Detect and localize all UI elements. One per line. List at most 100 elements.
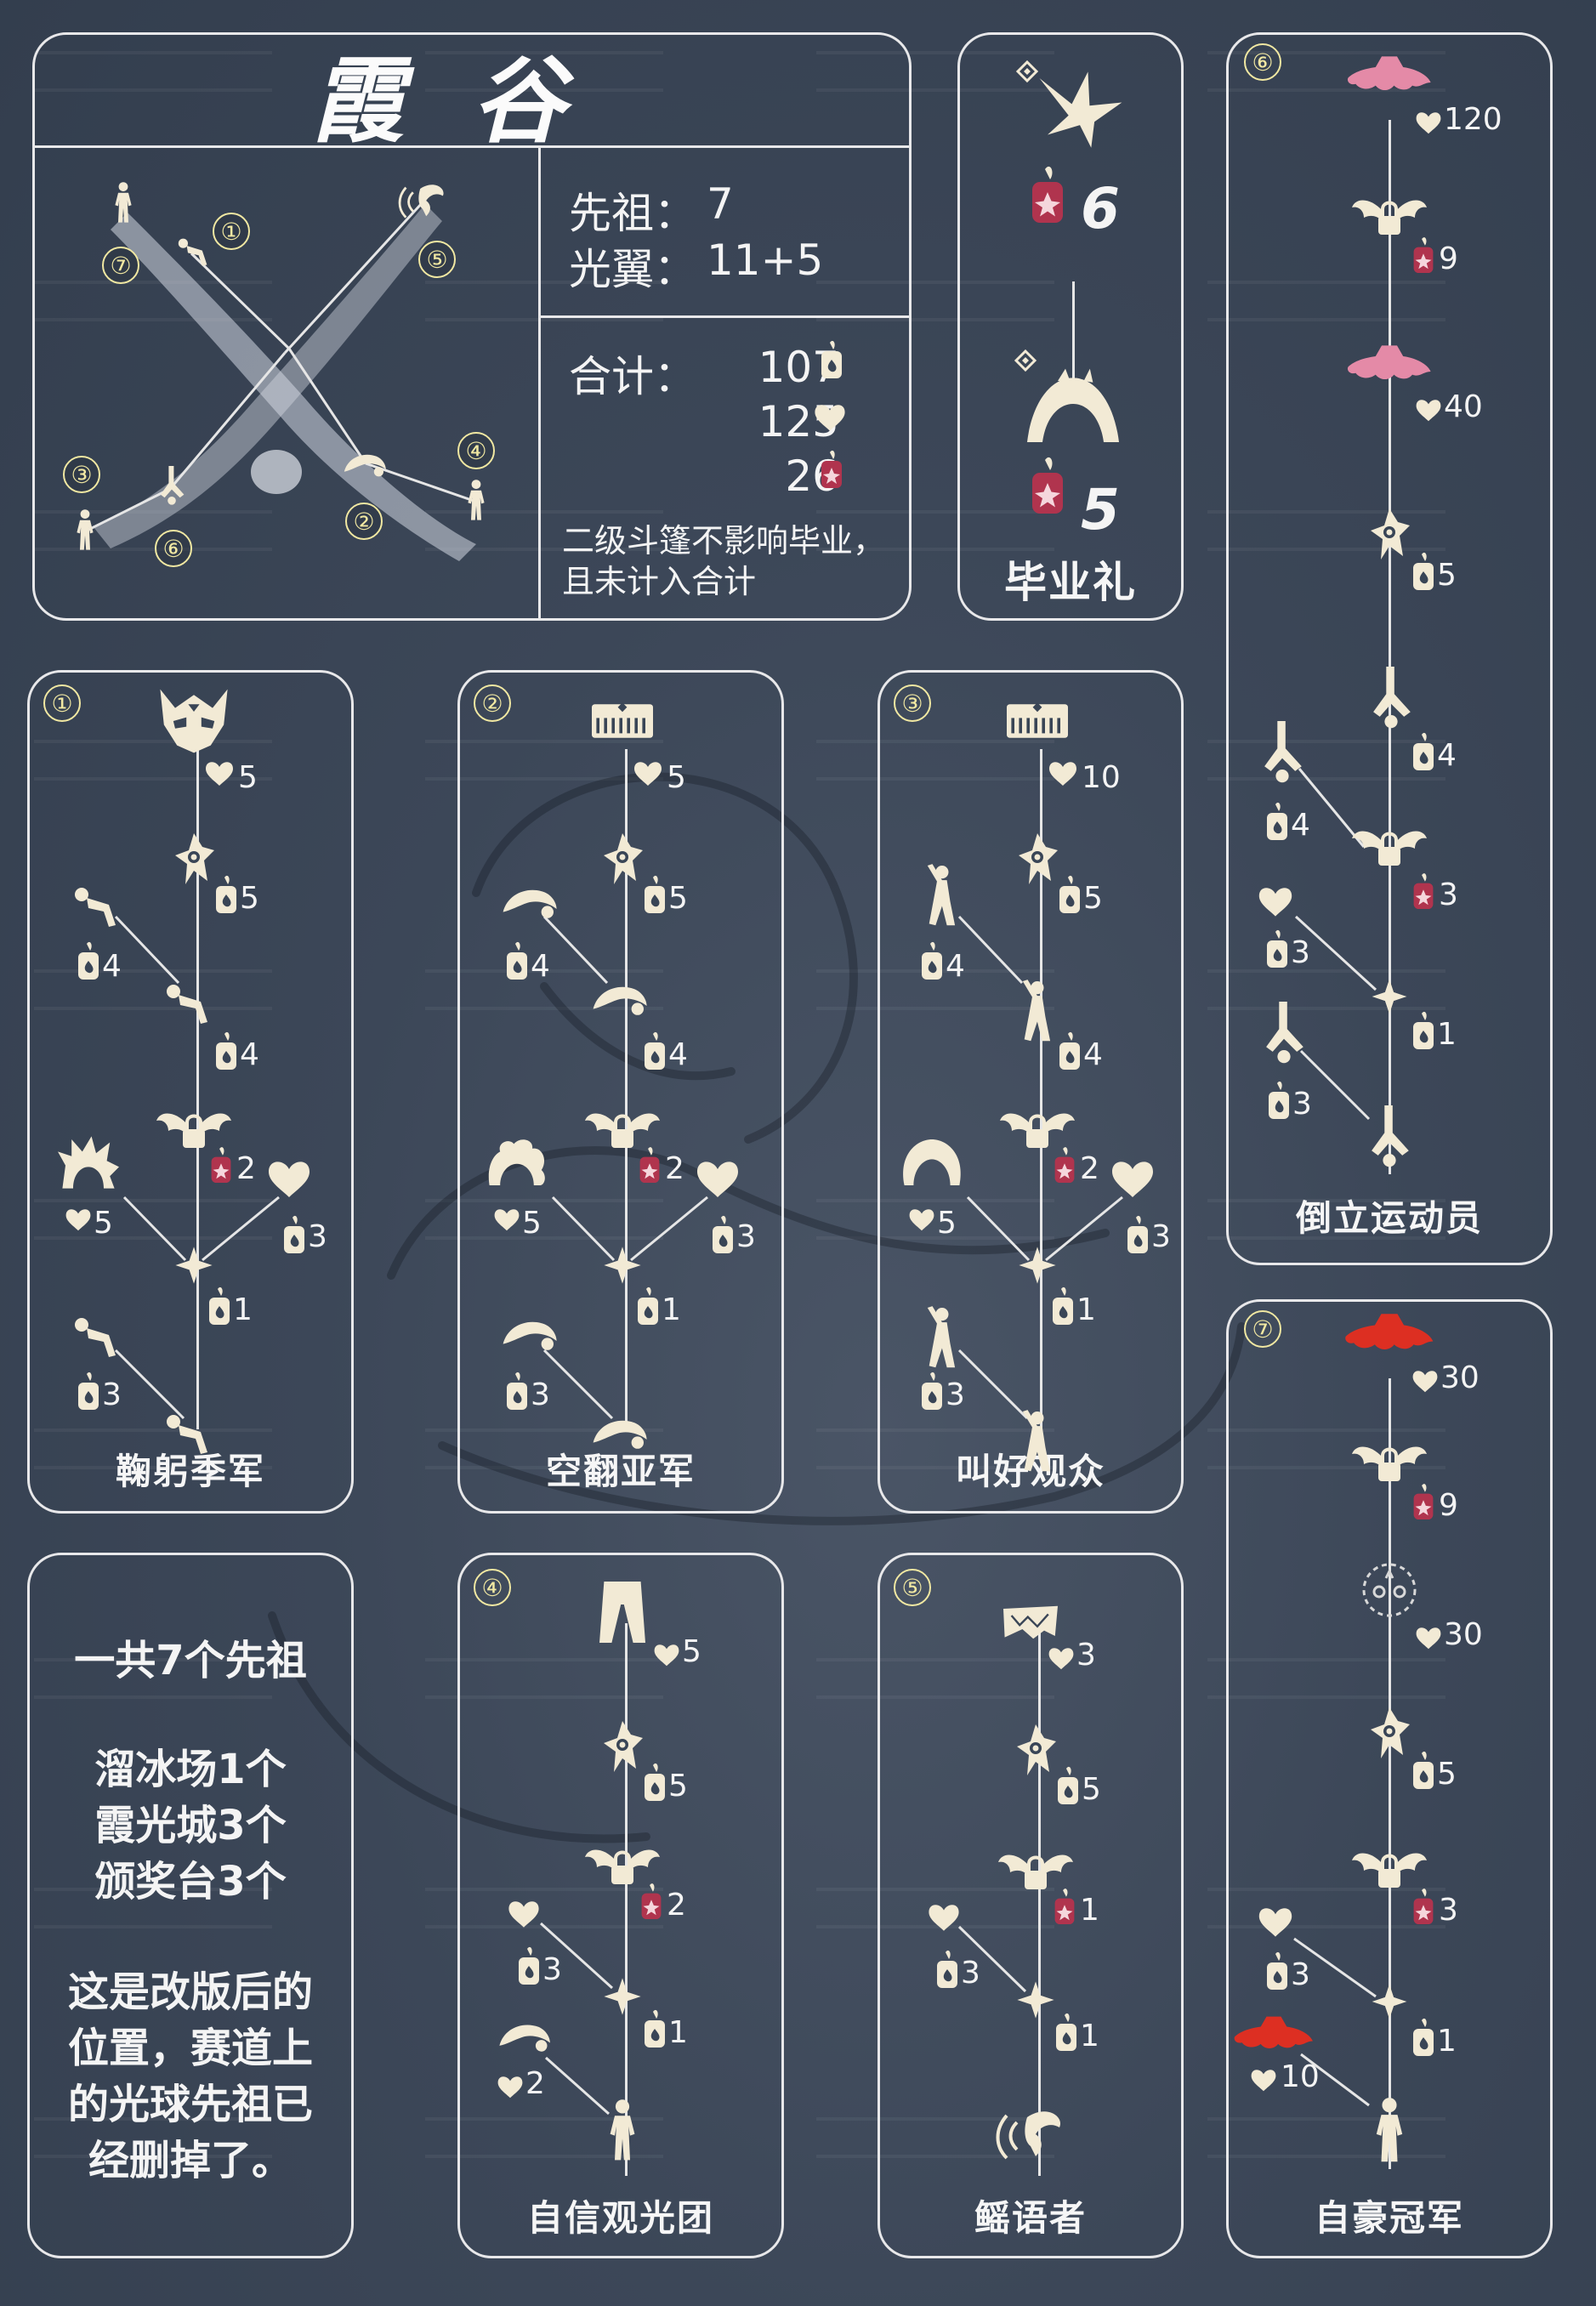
- p6-candle-icon: [1413, 552, 1434, 590]
- map-marker-6: ⑥: [155, 530, 192, 567]
- p1-cost-8: 1: [233, 1292, 253, 1327]
- p3-emote-icon-3: [927, 1306, 956, 1368]
- p6-wing-lock-icon: [1352, 200, 1427, 235]
- p6-handstand-emote-icon-3: [1266, 1002, 1303, 1064]
- p2-emote-icon-1: [503, 889, 557, 918]
- p2-cost-4: 4: [668, 1037, 688, 1072]
- p2-sparkle-icon: [604, 1247, 641, 1284]
- p5-cost-1: 3: [1076, 1638, 1096, 1673]
- p6-cost-1: 120: [1444, 102, 1502, 137]
- p3-big-heart-icon: [1112, 1162, 1153, 1197]
- p4-big-heart-icon: [508, 1901, 539, 1928]
- p3-branch-line: [1045, 1196, 1123, 1262]
- p3-cost-1: 10: [1082, 760, 1121, 795]
- p6-candle-icon-2: [1413, 732, 1434, 770]
- p2-cost-1: 5: [667, 760, 686, 795]
- graduation-ascended-top: [1032, 166, 1063, 223]
- p6-ascended-icon-2: [1413, 873, 1434, 909]
- p1-cost-4: 4: [240, 1037, 259, 1072]
- p6-ascended-icon: [1413, 237, 1434, 273]
- p2-candle-icon-3: [645, 1031, 665, 1070]
- p4-ancestor-spirit-icon: [610, 2099, 635, 2161]
- p2-ascended-icon: [639, 1147, 660, 1183]
- p1-branch-line: [114, 915, 180, 985]
- p2-big-heart-icon: [697, 1162, 738, 1197]
- p5-candle-icon-2: [937, 1950, 957, 1988]
- p2-cost-3: 4: [531, 949, 550, 984]
- p3-candle-icon-4: [1127, 1215, 1148, 1253]
- p7-prop-placeholder-icon: [1362, 1563, 1417, 1617]
- p7-candle-icon-3: [1413, 2018, 1434, 2056]
- p1-candle-icon-4: [284, 1215, 304, 1253]
- p6-cost-5: 4: [1437, 738, 1457, 773]
- p1-branch-line: [114, 1349, 185, 1420]
- p1-branch-line: [122, 1196, 187, 1262]
- p2-cost-9: 3: [531, 1377, 550, 1412]
- map-marker-7: ⑦: [102, 247, 139, 284]
- p7-wing-lock-icon: [1352, 1446, 1427, 1481]
- p3-emote-icon-4: [1022, 1410, 1051, 1472]
- p1-hair-heart-icon: [65, 1209, 91, 1231]
- p2-branch-line: [551, 1196, 616, 1262]
- p1-emote-icon-1: [75, 888, 116, 927]
- p3-candle-icon: [1059, 875, 1080, 913]
- p3-cost-9: 3: [946, 1377, 965, 1412]
- p1-cost-9: 3: [102, 1377, 122, 1412]
- map-spirit-icon: [468, 480, 485, 520]
- p6-cost-6: 4: [1291, 808, 1310, 843]
- p1-branch-line: [202, 1196, 280, 1262]
- p1-heart-icon: [206, 762, 233, 786]
- p4-candle-icon-2: [519, 1946, 539, 1985]
- total-ascended-icon: [821, 450, 842, 488]
- map-marker-1: ①: [213, 213, 250, 250]
- p2-spirit-icon: [604, 833, 643, 884]
- p6-heart-icon: [1416, 112, 1441, 134]
- map-marker-4: ④: [457, 432, 495, 469]
- p3-cost-4: 4: [1083, 1037, 1103, 1072]
- map-marker-3: ③: [63, 456, 100, 493]
- p7-candle-icon-2: [1267, 1951, 1287, 1990]
- p3-cost-2: 5: [1083, 881, 1103, 916]
- p2-candle-icon-6: [507, 1372, 527, 1410]
- p2-cost-6: 5: [522, 1206, 542, 1241]
- p6-big-heart-icon: [1258, 888, 1292, 917]
- p7-big-heart-icon: [1258, 1908, 1292, 1937]
- p5-cost-5: 1: [1080, 2019, 1099, 2053]
- p4-candle-icon: [645, 1763, 665, 1801]
- p6-pink-cape-icon-2: [1347, 345, 1431, 379]
- p4-cost-6: 2: [525, 2066, 545, 2101]
- p2-hair-icon: [488, 1139, 545, 1185]
- p4-ascended-icon: [641, 1883, 662, 1919]
- p5-cost-3: 1: [1080, 1893, 1099, 1928]
- p7-sparkle-icon: [1372, 1984, 1407, 2019]
- p3-emote-icon-2: [1022, 980, 1051, 1042]
- p7-spirit-icon: [1371, 1707, 1410, 1758]
- p2-emote-icon-3: [503, 1321, 557, 1350]
- p1-cost-6: 5: [94, 1206, 113, 1241]
- p5-candle-icon-3: [1056, 2013, 1076, 2051]
- p1-ascended-icon: [211, 1147, 231, 1183]
- p6-cost-8: 3: [1291, 935, 1310, 970]
- p4-cost-1: 5: [682, 1634, 701, 1669]
- p1-sparkle-icon: [175, 1247, 213, 1284]
- p6-sparkle-icon: [1372, 979, 1407, 1014]
- p2-candle-icon-5: [638, 1286, 658, 1325]
- p1-candle-icon-2: [78, 941, 99, 980]
- p7-heart-icon: [1412, 1371, 1438, 1393]
- p2-cost-8: 1: [662, 1292, 681, 1327]
- p3-sparkle-icon: [1019, 1247, 1056, 1284]
- p7-cost-5: 3: [1439, 1893, 1458, 1928]
- p3-music-sheet-icon: [1007, 702, 1068, 738]
- p5-spirit-icon: [1017, 1724, 1056, 1775]
- map-spirit-icon: [178, 238, 207, 266]
- p7-cost-6: 3: [1291, 1957, 1310, 1992]
- p7-cost-3: 30: [1444, 1617, 1483, 1652]
- p6-heart-icon-2: [1416, 400, 1441, 422]
- p3-emote-icon-1: [927, 864, 956, 926]
- p1-mask-icon: [160, 689, 228, 753]
- p4-cost-2: 5: [668, 1769, 688, 1803]
- p4-spirit-icon: [604, 1721, 643, 1772]
- p6-pink-cape-icon: [1347, 56, 1431, 90]
- p6-handstand-emote-icon-4: [1372, 1105, 1409, 1167]
- p6-cost-2: 9: [1439, 241, 1458, 276]
